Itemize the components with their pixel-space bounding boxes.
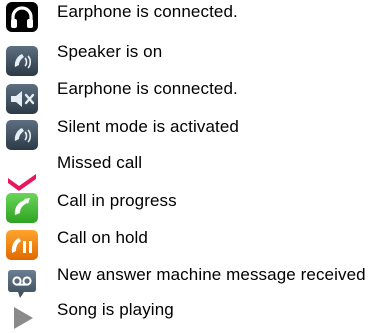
- legend-label: Call in progress: [57, 191, 177, 210]
- speaker-phone-icon: [6, 46, 38, 76]
- legend-label: Song is playing: [57, 300, 174, 319]
- legend-label: Call on hold: [57, 228, 148, 247]
- legend-label: Silent mode is activated: [57, 117, 239, 136]
- call-on-hold-icon: [6, 230, 38, 260]
- speaker-muted-icon: [6, 84, 38, 114]
- legend-label: Speaker is on: [57, 42, 163, 61]
- call-in-progress-icon: [6, 193, 38, 223]
- voicemail-icon: [6, 269, 38, 299]
- legend-label: Missed call: [57, 153, 143, 172]
- status-icon-legend: Earphone is connected. Speaker is on Ear…: [0, 0, 392, 333]
- headphones-icon: [6, 2, 38, 32]
- silent-mode-icon: [6, 120, 38, 150]
- play-icon: [6, 303, 38, 333]
- legend-label: Earphone is connected.: [57, 2, 238, 21]
- legend-label: Earphone is connected.: [57, 79, 238, 98]
- legend-label: New answer machine message received: [57, 265, 366, 284]
